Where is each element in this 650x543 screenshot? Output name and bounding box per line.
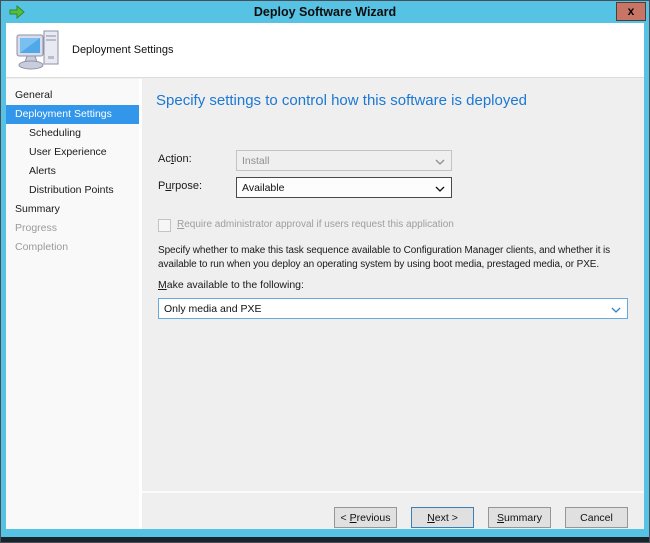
nav-item-deployment-settings[interactable]: Deployment Settings	[6, 105, 139, 124]
footer-divider	[142, 491, 644, 493]
nav-item-scheduling[interactable]: Scheduling	[6, 124, 139, 143]
purpose-value: Available	[242, 182, 284, 194]
nav-item-summary[interactable]: Summary	[6, 200, 139, 219]
window-bottom-edge	[1, 537, 649, 542]
title-bar: Deploy Software Wizard x	[1, 1, 649, 23]
cancel-button[interactable]: Cancel	[565, 507, 628, 528]
wizard-header: Deployment Settings	[6, 23, 644, 78]
chevron-down-icon	[611, 307, 621, 313]
next-button[interactable]: Next >	[411, 507, 474, 528]
action-select: Install	[236, 150, 452, 171]
purpose-label: Purpose:	[158, 180, 202, 192]
nav-item-user-experience[interactable]: User Experience	[6, 143, 139, 162]
nav-item-general[interactable]: General	[6, 86, 139, 105]
action-value: Install	[242, 155, 269, 167]
content-panel: Specify settings to control how this sof…	[142, 79, 644, 529]
nav-item-distribution-points[interactable]: Distribution Points	[6, 181, 139, 200]
task-sequence-description: Specify whether to make this task sequen…	[158, 244, 646, 271]
action-label: Action:	[158, 153, 192, 165]
window-body: Deployment Settings General Deployment S…	[6, 23, 644, 529]
nav-item-progress: Progress	[6, 219, 139, 238]
computer-icon	[15, 29, 63, 73]
nav-item-completion: Completion	[6, 238, 139, 257]
require-approval-checkbox	[158, 219, 171, 232]
summary-button[interactable]: Summary	[488, 507, 551, 528]
window-title: Deploy Software Wizard	[1, 1, 649, 23]
wizard-window: Deploy Software Wizard x Deployment Sett…	[0, 0, 650, 543]
chevron-down-icon	[435, 186, 445, 192]
close-icon: x	[628, 4, 635, 18]
close-button[interactable]: x	[616, 2, 646, 21]
nav-list: General Deployment Settings Scheduling U…	[6, 86, 139, 257]
wizard-nav: General Deployment Settings Scheduling U…	[6, 79, 139, 529]
purpose-select[interactable]: Available	[236, 177, 452, 198]
make-available-value: Only media and PXE	[164, 303, 261, 315]
page-heading: Specify settings to control how this sof…	[156, 92, 527, 109]
make-available-select[interactable]: Only media and PXE	[158, 298, 628, 319]
make-available-label: Make available to the following:	[158, 279, 304, 291]
previous-button[interactable]: < Previous	[334, 507, 397, 528]
nav-item-alerts[interactable]: Alerts	[6, 162, 139, 181]
wizard-main: General Deployment Settings Scheduling U…	[6, 79, 644, 529]
chevron-down-icon	[435, 159, 445, 165]
wizard-page-title: Deployment Settings	[72, 23, 174, 78]
require-approval-label: Require administrator approval if users …	[177, 219, 454, 230]
